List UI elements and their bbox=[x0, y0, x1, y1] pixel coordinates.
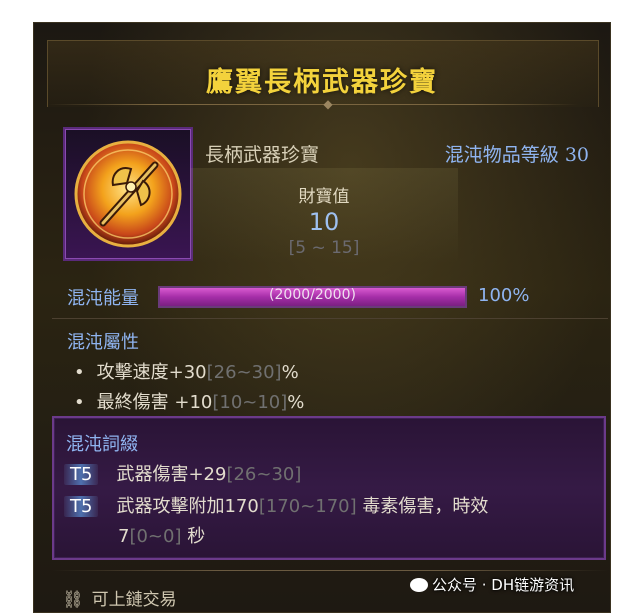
item-title: 鷹翼長柄武器珍寶 bbox=[206, 67, 438, 98]
chaos-energy-percent: 100% bbox=[478, 285, 530, 306]
affix-text: 武器攻擊附加 bbox=[116, 496, 225, 517]
affix-text: 武器傷害+ bbox=[116, 464, 204, 485]
attribute-suffix: % bbox=[281, 362, 299, 383]
chaos-attributes-title: 混沌屬性 bbox=[67, 332, 139, 353]
chaos-energy-bar-text: (2000/2000) bbox=[269, 287, 356, 303]
treasure-value-box: 財寶值 10 [5 ~ 15] bbox=[190, 168, 458, 263]
affix-item: T5 武器攻擊附加170[170~170] 毒素傷害，時效 bbox=[64, 492, 488, 518]
attribute-suffix: % bbox=[287, 392, 305, 413]
golden-axe-orb-icon bbox=[74, 140, 182, 248]
treasure-label: 財寶值 bbox=[298, 187, 350, 207]
ornament-icon: ◆ bbox=[323, 97, 333, 111]
attribute-prefix: 最終傷害 + bbox=[96, 392, 190, 413]
bottom-divider bbox=[52, 570, 608, 571]
attribute-range: [10~10] bbox=[212, 392, 288, 413]
treasure-range: [5 ~ 15] bbox=[288, 238, 360, 258]
affix-item: T5 武器傷害+29[26~30] bbox=[64, 460, 301, 486]
item-icon-frame[interactable] bbox=[63, 127, 193, 261]
wechat-icon bbox=[410, 578, 428, 592]
tier-badge: T5 bbox=[64, 496, 99, 517]
section-divider bbox=[52, 318, 608, 319]
affix-value: 29 bbox=[203, 464, 227, 485]
treasure-value: 10 bbox=[308, 208, 340, 236]
watermark: 公众号 · DH链游资讯 bbox=[410, 574, 574, 595]
affix-duration-range: [0~0] bbox=[129, 526, 182, 547]
bullet-icon: • bbox=[74, 392, 85, 413]
affix-suffix: 毒素傷害，時效 bbox=[356, 496, 489, 517]
trade-status: ⛓ 可上鏈交易 bbox=[62, 585, 177, 610]
affix-duration-suffix: 秒 bbox=[181, 526, 206, 547]
affix-value: 170 bbox=[224, 496, 259, 517]
attribute-item: • 最終傷害 +10[10~10]% bbox=[74, 388, 304, 414]
trade-label: 可上鏈交易 bbox=[91, 590, 177, 610]
bullet-icon: • bbox=[74, 362, 85, 383]
attribute-range: [26~30] bbox=[206, 362, 282, 383]
watermark-text: 公众号 · DH链游资讯 bbox=[432, 576, 575, 594]
tier-badge: T5 bbox=[64, 464, 99, 485]
chaos-affixes-title: 混沌詞綴 bbox=[66, 434, 138, 455]
item-level: 混沌物品等級 30 bbox=[444, 144, 589, 166]
attribute-value: 10 bbox=[189, 392, 213, 413]
title-divider bbox=[48, 104, 578, 105]
attribute-item: • 攻擊速度+30[26~30]% bbox=[74, 358, 299, 384]
chain-link-icon: ⛓ bbox=[62, 590, 84, 610]
affix-item-continuation: 7[0~0] 秒 bbox=[118, 522, 205, 548]
affix-range: [170~170] bbox=[258, 496, 357, 517]
affix-duration-value: 7 bbox=[118, 526, 130, 547]
chaos-energy-label: 混沌能量 bbox=[67, 288, 139, 309]
attribute-value: 30 bbox=[183, 362, 207, 383]
item-type: 長柄武器珍寶 bbox=[205, 144, 320, 166]
attribute-prefix: 攻擊速度+ bbox=[96, 362, 184, 383]
chaos-affixes-box: 混沌詞綴 T5 武器傷害+29[26~30] T5 武器攻擊附加170[170~17… bbox=[52, 416, 606, 560]
chaos-energy-bar: (2000/2000) bbox=[158, 286, 467, 308]
affix-range: [26~30] bbox=[226, 464, 302, 485]
